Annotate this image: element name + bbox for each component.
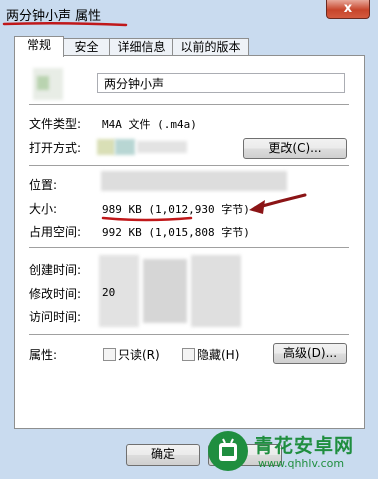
hidden-checkbox[interactable] — [182, 348, 195, 361]
advanced-button[interactable]: 高级(D)... — [273, 343, 347, 364]
title-underline-annotation — [2, 21, 128, 27]
modified-label: 修改时间: — [29, 287, 82, 301]
title-bar[interactable]: 两分钟小声 属性 x — [0, 0, 378, 28]
accessed-label: 访问时间: — [29, 310, 82, 324]
watermark-url: www.qhhlv.com — [258, 457, 345, 470]
close-icon: x — [343, 1, 353, 16]
tab-details[interactable]: 详细信息 — [109, 38, 174, 56]
watermark-title: 青花安卓网 — [254, 435, 355, 457]
divider — [29, 247, 349, 248]
general-panel: 两分钟小声 文件类型: M4A 文件 (.m4a) 打开方式: 更改(C)...… — [14, 55, 365, 429]
size-on-disk-value: 992 KB (1,015,808 字节) — [102, 226, 250, 239]
close-button[interactable]: x — [326, 0, 370, 19]
divider — [29, 334, 349, 335]
tab-previous-versions[interactable]: 以前的版本 — [172, 38, 249, 56]
created-label: 创建时间: — [29, 263, 82, 277]
timestamps-blurred — [99, 255, 245, 327]
readonly-label[interactable]: 只读(R) — [118, 346, 160, 363]
ok-button[interactable]: 确定 — [126, 444, 200, 466]
tab-security[interactable]: 安全 — [62, 38, 111, 56]
modified-value-partial: 20 — [102, 286, 116, 299]
properties-window: 两分钟小声 属性 x 常规 安全 详细信息 以前的版本 两分钟小声 文件类型: … — [0, 0, 378, 479]
attributes-label: 属性: — [29, 348, 58, 362]
readonly-checkbox[interactable] — [103, 348, 116, 361]
watermark-logo-icon — [208, 431, 248, 471]
size-on-disk-label: 占用空间: — [29, 225, 82, 239]
tab-general[interactable]: 常规 — [14, 36, 64, 57]
hidden-label[interactable]: 隐藏(H) — [197, 346, 239, 363]
site-watermark: 青花安卓网 www.qhhlv.com — [206, 427, 376, 477]
